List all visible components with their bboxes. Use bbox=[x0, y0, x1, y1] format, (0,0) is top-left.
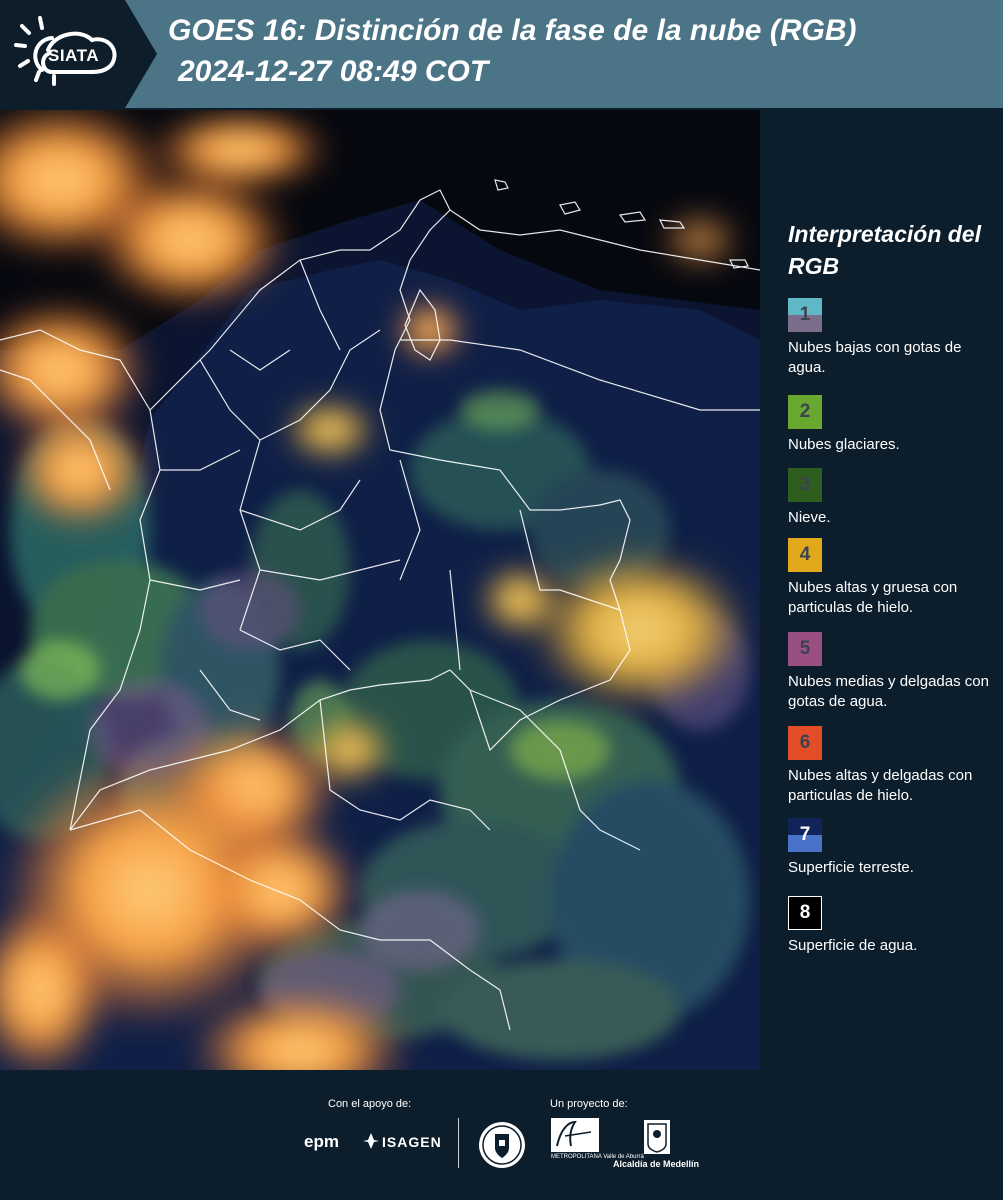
legend-swatch-7: 7 bbox=[788, 818, 822, 852]
legend-item-2: 2 Nubes glaciares. bbox=[788, 395, 998, 455]
legend-swatch-4: 4 bbox=[788, 538, 822, 572]
project-label: Un proyecto de: bbox=[550, 1098, 628, 1110]
legend-swatch-8: 8 bbox=[788, 896, 822, 930]
legend-swatch-6: 6 bbox=[788, 726, 822, 760]
epm-logo: epm bbox=[304, 1132, 339, 1151]
header-bar: SIATA GOES 16: Distinción de la fase de … bbox=[0, 0, 1003, 108]
legend-swatch-1: 1 bbox=[788, 298, 822, 332]
logo-box: SIATA bbox=[0, 0, 125, 108]
legend-item-3: 3 Nieve. bbox=[788, 468, 998, 528]
legend-item-5: 5 Nubes medias y delgadas con gotas de a… bbox=[788, 632, 998, 712]
header-chevron bbox=[125, 0, 157, 108]
rgb-satellite-image bbox=[0, 110, 760, 1070]
legend-label-5: Nubes medias y delgadas con gotas de agu… bbox=[788, 673, 989, 710]
legend-swatch-2: 2 bbox=[788, 395, 822, 429]
page-title: GOES 16: Distinción de la fase de la nub… bbox=[168, 14, 857, 47]
alcaldia-medellin-text: Alcaldía de Medellín bbox=[613, 1159, 700, 1169]
footer: Con el apoyo de: Un proyecto de: epm ISA… bbox=[0, 1070, 1003, 1200]
legend-item-6: 6 Nubes altas y delgadas con particulas … bbox=[788, 726, 998, 806]
seal-logo-icon bbox=[479, 1122, 525, 1168]
legend-label-2: Nubes glaciares. bbox=[788, 436, 900, 453]
legend-item-7: 7 Superficie terreste. bbox=[788, 818, 998, 878]
legend-item-1: 1 Nubes bajas con gotas de agua. bbox=[788, 298, 998, 378]
legend-label-8: Superficie de agua. bbox=[788, 937, 918, 954]
isagen-logo: ISAGEN bbox=[382, 1134, 442, 1150]
legend-label-7: Superficie terreste. bbox=[788, 859, 914, 876]
legend-swatch-3: 3 bbox=[788, 468, 822, 502]
legend-label-6: Nubes altas y delgadas con particulas de… bbox=[788, 767, 973, 804]
area-metropolitana-logo-icon bbox=[551, 1118, 599, 1152]
legend-label-1: Nubes bajas con gotas de agua. bbox=[788, 339, 962, 376]
legend-item-4: 4 Nubes altas y gruesa con particulas de… bbox=[788, 538, 998, 618]
legend-panel: Interpretación del RGB 1 Nubes bajas con… bbox=[762, 110, 1003, 1070]
alcaldia-medellin-logo-icon bbox=[644, 1120, 670, 1154]
legend-swatch-5: 5 bbox=[788, 632, 822, 666]
satellite-map[interactable] bbox=[0, 110, 760, 1070]
legend-item-8: 8 Superficie de agua. bbox=[788, 896, 998, 956]
page-subtitle-timestamp: 2024-12-27 08:49 COT bbox=[178, 55, 489, 88]
footer-divider bbox=[458, 1118, 459, 1168]
logo-text: SIATA bbox=[48, 46, 99, 65]
legend-label-3: Nieve. bbox=[788, 509, 831, 526]
isagen-logo-icon bbox=[363, 1133, 379, 1149]
legend-title: Interpretación del RGB bbox=[788, 221, 981, 279]
support-label: Con el apoyo de: bbox=[328, 1098, 412, 1110]
legend-label-4: Nubes altas y gruesa con particulas de h… bbox=[788, 579, 958, 616]
